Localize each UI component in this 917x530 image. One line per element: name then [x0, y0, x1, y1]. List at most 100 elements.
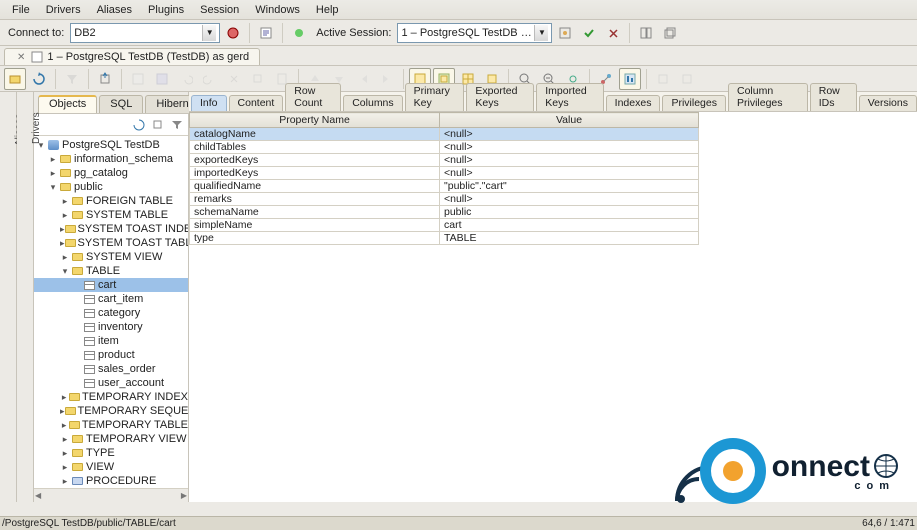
rail-aliases[interactable]: Aliases — [0, 92, 17, 502]
tree-table[interactable]: category — [34, 306, 188, 320]
tree-copy-icon[interactable] — [149, 116, 167, 134]
tree-table[interactable]: user_account — [34, 376, 188, 390]
window-cascade-button[interactable] — [659, 22, 681, 44]
tree-table[interactable]: item — [34, 334, 188, 348]
chevron-down-icon[interactable]: ▼ — [534, 25, 548, 41]
rtab-info[interactable]: Info — [191, 95, 227, 111]
tab-sql[interactable]: SQL — [99, 95, 143, 113]
tab-objects[interactable]: Objects — [38, 95, 97, 113]
tree-node[interactable]: ▸TEMPORARY INDEX — [34, 390, 188, 404]
prop-name: remarks — [190, 193, 440, 206]
tree-table[interactable]: product — [34, 348, 188, 362]
chevron-down-icon[interactable]: ▼ — [202, 25, 216, 41]
cut-button[interactable] — [223, 68, 245, 90]
menu-plugins[interactable]: Plugins — [140, 2, 192, 18]
prop-row[interactable]: importedKeys<null> — [190, 167, 699, 180]
tree-schema[interactable]: ▸information_schema — [34, 152, 188, 166]
menu-help[interactable]: Help — [308, 2, 347, 18]
object-tree[interactable]: ▾PostgreSQL TestDB ▸information_schema ▸… — [34, 136, 188, 488]
menu-windows[interactable]: Windows — [247, 2, 308, 18]
tree-refresh-icon[interactable] — [130, 116, 148, 134]
nav-last-button[interactable] — [376, 68, 398, 90]
undo-button[interactable] — [175, 68, 197, 90]
connect-button[interactable] — [222, 22, 244, 44]
new-sql-button[interactable] — [255, 22, 277, 44]
run-indicator-icon[interactable] — [288, 22, 310, 44]
rollback-button[interactable] — [602, 22, 624, 44]
menu-session[interactable]: Session — [192, 2, 247, 18]
prop-value: cart — [440, 219, 699, 232]
rtab-priv[interactable]: Privileges — [662, 95, 726, 111]
tree-schema-public[interactable]: ▾public — [34, 180, 188, 194]
catalog-button[interactable] — [4, 68, 26, 90]
rtab-pk[interactable]: Primary Key — [405, 83, 465, 111]
tree-table[interactable]: cart_item — [34, 292, 188, 306]
col-propname[interactable]: Property Name — [190, 113, 440, 128]
tree-node[interactable]: ▸TYPE — [34, 446, 188, 460]
statusbar: /PostgreSQL TestDB/public/TABLE/cart 64,… — [0, 516, 917, 530]
tree-table[interactable]: sales_order — [34, 362, 188, 376]
menu-aliases[interactable]: Aliases — [89, 2, 140, 18]
tree-table[interactable]: inventory — [34, 320, 188, 334]
document-tab[interactable]: ✕ 1 – PostgreSQL TestDB (TestDB) as gerd — [4, 48, 260, 65]
globe-icon — [873, 453, 899, 479]
prop-row[interactable]: catalogName<null> — [190, 128, 699, 141]
tree-node[interactable]: ▸SYSTEM VIEW — [34, 250, 188, 264]
commit-button[interactable] — [578, 22, 600, 44]
prop-row[interactable]: schemaNamepublic — [190, 206, 699, 219]
connect-to-combo[interactable]: DB2 ▼ — [70, 23, 220, 43]
rtab-content[interactable]: Content — [229, 95, 284, 111]
prop-row[interactable]: remarks<null> — [190, 193, 699, 206]
rail-drivers[interactable]: Drivers — [17, 92, 34, 502]
prop-row[interactable]: qualifiedName"public"."cart" — [190, 180, 699, 193]
refresh-button[interactable] — [28, 68, 50, 90]
rtab-imkeys[interactable]: Imported Keys — [536, 83, 603, 111]
tree-node-table[interactable]: ▾TABLE — [34, 264, 188, 278]
tree-node[interactable]: ▸TEMPORARY SEQUENCE — [34, 404, 188, 418]
copy-button[interactable] — [247, 68, 269, 90]
tree-schema[interactable]: ▸pg_catalog — [34, 166, 188, 180]
filter-button[interactable] — [61, 68, 83, 90]
prop-row[interactable]: typeTABLE — [190, 232, 699, 245]
active-session-value: 1 – PostgreSQL TestDB (Tes... — [401, 27, 532, 39]
rtab-rowcount[interactable]: Row Count — [285, 83, 341, 111]
tree-node[interactable]: ▸TEMPORARY VIEW — [34, 432, 188, 446]
active-session-combo[interactable]: 1 – PostgreSQL TestDB (Tes... ▼ — [397, 23, 552, 43]
redo-button[interactable] — [199, 68, 221, 90]
tree-node[interactable]: ▸TEMPORARY TABLE — [34, 418, 188, 432]
properties-table[interactable]: Property Name Value catalogName<null>chi… — [189, 112, 699, 245]
tree-node[interactable]: ▸SYSTEM TABLE — [34, 208, 188, 222]
rtab-colpriv[interactable]: Column Privileges — [728, 83, 808, 111]
tree-node[interactable]: ▸PROCEDURE — [34, 474, 188, 488]
window-tile-button[interactable] — [635, 22, 657, 44]
rtab-exkeys[interactable]: Exported Keys — [466, 83, 534, 111]
open-button[interactable] — [127, 68, 149, 90]
export-button[interactable] — [94, 68, 116, 90]
tree-node[interactable]: ▸FOREIGN TABLE — [34, 194, 188, 208]
detail-tabs: Info Content Row Count Columns Primary K… — [189, 92, 917, 112]
tree-node[interactable]: ▸SYSTEM TOAST INDEX — [34, 222, 188, 236]
graph-layout-button[interactable] — [619, 68, 641, 90]
tree-filter-icon[interactable] — [168, 116, 186, 134]
prop-row[interactable]: exportedKeys<null> — [190, 154, 699, 167]
col-value[interactable]: Value — [440, 113, 699, 128]
nav-first-button[interactable] — [352, 68, 374, 90]
misc-2-button[interactable] — [676, 68, 698, 90]
misc-1-button[interactable] — [652, 68, 674, 90]
prop-row[interactable]: simpleNamecart — [190, 219, 699, 232]
tree-node[interactable]: ▸SYSTEM TOAST TABLE — [34, 236, 188, 250]
rtab-indexes[interactable]: Indexes — [606, 95, 661, 111]
menu-drivers[interactable]: Drivers — [38, 2, 89, 18]
prop-row[interactable]: childTables<null> — [190, 141, 699, 154]
save-button[interactable] — [151, 68, 173, 90]
rtab-columns[interactable]: Columns — [343, 95, 402, 111]
tree-table-cart[interactable]: cart — [34, 278, 188, 292]
session-props-button[interactable] — [554, 22, 576, 44]
close-icon[interactable]: ✕ — [15, 52, 27, 63]
tree-root[interactable]: ▾PostgreSQL TestDB — [34, 138, 188, 152]
rtab-versions[interactable]: Versions — [859, 95, 917, 111]
rtab-rowids[interactable]: Row IDs — [810, 83, 857, 111]
tree-node[interactable]: ▸VIEW — [34, 460, 188, 474]
menu-file[interactable]: File — [4, 2, 38, 18]
tree-scrollbar[interactable]: ◀▶ — [34, 488, 188, 502]
